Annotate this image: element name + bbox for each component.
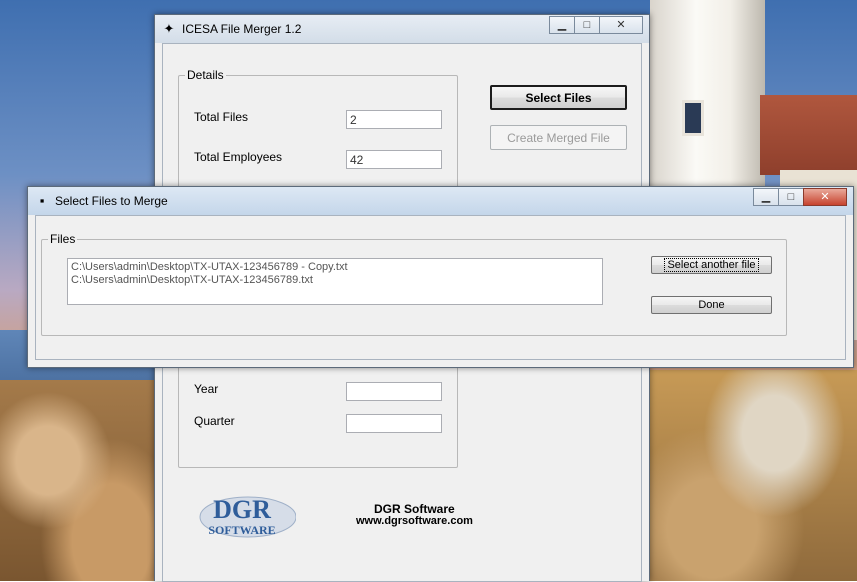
dialog-minimize-button[interactable]: ▁ (753, 188, 779, 206)
maximize-button[interactable]: □ (574, 16, 600, 34)
details-legend: Details (187, 68, 224, 82)
select-another-file-button[interactable]: Select another file (651, 256, 772, 274)
file-list-item[interactable]: C:\Users\admin\Desktop\TX-UTAX-123456789… (71, 261, 599, 274)
quarter-label: Quarter (194, 414, 235, 428)
main-window-title: ICESA File Merger 1.2 (182, 22, 302, 36)
logo-software-text: SOFTWARE (208, 523, 275, 537)
main-window-titlebar[interactable]: ✦ ICESA File Merger 1.2 ▁ □ ✕ (155, 15, 649, 43)
year-label: Year (194, 382, 219, 396)
dgr-software-logo: DGR SOFTWARE (199, 495, 296, 538)
total-files-label: Total Files (194, 110, 249, 124)
select-files-dialog: ▪ Select Files to Merge ▁ □ ✕ Files C:\U… (27, 186, 854, 368)
done-button[interactable]: Done (651, 296, 772, 314)
wallpaper-house-roof (760, 95, 857, 175)
dialog-maximize-button[interactable]: □ (778, 188, 804, 206)
total-employees-field[interactable]: 42 (346, 150, 442, 169)
company-website[interactable]: www.dgrsoftware.com (356, 515, 473, 527)
select-another-file-label: Select another file (664, 258, 759, 272)
dialog-titlebar[interactable]: ▪ Select Files to Merge ▁ □ ✕ (28, 187, 853, 215)
wallpaper-lighthouse-window (682, 100, 704, 136)
total-employees-label: Total Employees (194, 150, 283, 164)
wallpaper-rocks-right (650, 370, 857, 581)
year-field[interactable] (346, 382, 442, 401)
dialog-client: Files C:\Users\admin\Desktop\TX-UTAX-123… (35, 215, 846, 360)
select-files-button[interactable]: Select Files (490, 85, 627, 110)
minimize-button[interactable]: ▁ (549, 16, 575, 34)
quarter-field[interactable] (346, 414, 442, 433)
texas-icon: ✦ (163, 21, 175, 36)
wallpaper-rocks-left (0, 380, 160, 581)
create-merged-file-button[interactable]: Create Merged File (490, 125, 627, 150)
dialog-app-icon: ▪ (39, 193, 45, 208)
files-listbox[interactable]: C:\Users\admin\Desktop\TX-UTAX-123456789… (67, 258, 603, 305)
files-legend: Files (50, 232, 76, 246)
dialog-close-button[interactable]: ✕ (803, 188, 847, 206)
total-files-field[interactable]: 2 (346, 110, 442, 129)
close-button[interactable]: ✕ (599, 16, 643, 34)
dialog-title: Select Files to Merge (55, 194, 168, 208)
file-list-item[interactable]: C:\Users\admin\Desktop\TX-UTAX-123456789… (71, 274, 599, 287)
company-name: DGR Software (374, 502, 455, 516)
logo-dgr-text: DGR (213, 495, 271, 524)
